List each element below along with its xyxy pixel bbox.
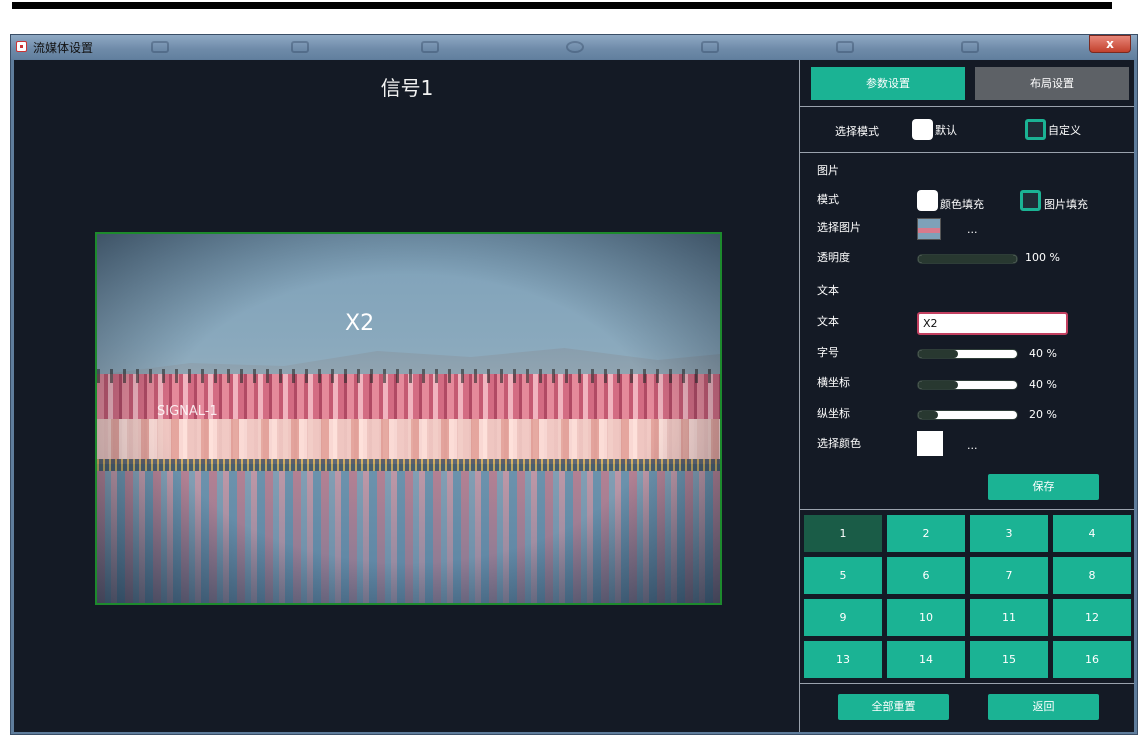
- background-icon: [961, 41, 979, 53]
- image-fill-checkbox[interactable]: [1020, 190, 1041, 211]
- default-mode-checkbox[interactable]: [912, 119, 933, 140]
- divider: [800, 509, 1134, 510]
- background-icon: [701, 41, 719, 53]
- x-coordinate-value: 40 %: [1029, 378, 1057, 391]
- y-coordinate-slider[interactable]: [917, 410, 1018, 420]
- x-coordinate-slider[interactable]: [917, 380, 1018, 390]
- layout-cell-6[interactable]: 6: [887, 557, 965, 594]
- color-fill-checkbox[interactable]: [917, 190, 938, 211]
- layout-cell-4[interactable]: 4: [1053, 515, 1131, 552]
- font-size-value: 40 %: [1029, 347, 1057, 360]
- opacity-slider-fill: [918, 255, 1017, 263]
- font-size-slider[interactable]: [917, 349, 1018, 359]
- select-color-label: 选择颜色: [817, 437, 861, 450]
- layout-cell-1[interactable]: 1: [804, 515, 882, 552]
- font-size-slider-fill: [918, 350, 958, 358]
- x-coordinate-label: 横坐标: [817, 376, 850, 389]
- y-coordinate-label: 纵坐标: [817, 407, 850, 420]
- top-rule: [12, 2, 1112, 9]
- y-coordinate-slider-fill: [918, 411, 938, 419]
- layout-cell-15[interactable]: 15: [970, 641, 1048, 678]
- signal-label: SIGNAL-1: [157, 404, 218, 419]
- default-mode-label: 默认: [935, 124, 957, 137]
- layout-cell-5[interactable]: 5: [804, 557, 882, 594]
- x-coordinate-slider-fill: [918, 381, 958, 389]
- screen: 流媒体设置 x 信号1 X2 SIGNAL-1 参数设置 布局设置 选择模式 默…: [0, 0, 1141, 735]
- layout-cell-2[interactable]: 2: [887, 515, 965, 552]
- y-coordinate-value: 20 %: [1029, 408, 1057, 421]
- reset-all-button[interactable]: 全部重置: [838, 694, 949, 720]
- background-icon: [291, 41, 309, 53]
- layout-cell-7[interactable]: 7: [970, 557, 1048, 594]
- divider: [800, 683, 1134, 684]
- layout-cell-13[interactable]: 13: [804, 641, 882, 678]
- save-button[interactable]: 保存: [988, 474, 1099, 500]
- select-color-button[interactable]: ...: [967, 439, 978, 452]
- window-client: 信号1 X2 SIGNAL-1 参数设置 布局设置 选择模式 默认 自定义 图片…: [14, 60, 1134, 732]
- window: 流媒体设置 x 信号1 X2 SIGNAL-1 参数设置 布局设置 选择模式 默…: [10, 34, 1138, 735]
- background-icon: [151, 41, 169, 53]
- text-label: 文本: [817, 315, 839, 328]
- layout-cell-14[interactable]: 14: [887, 641, 965, 678]
- color-swatch[interactable]: [917, 431, 943, 456]
- background-icon: [421, 41, 439, 53]
- overlay-text: X2: [345, 311, 375, 336]
- back-button[interactable]: 返回: [988, 694, 1099, 720]
- layout-cell-8[interactable]: 8: [1053, 557, 1131, 594]
- layout-cell-16[interactable]: 16: [1053, 641, 1131, 678]
- app-icon: [16, 41, 27, 52]
- close-button[interactable]: x: [1089, 35, 1131, 53]
- image-section-heading: 图片: [817, 164, 839, 177]
- layout-cell-10[interactable]: 10: [887, 599, 965, 636]
- opacity-value: 100 %: [1025, 251, 1060, 264]
- window-title: 流媒体设置: [33, 41, 94, 55]
- layout-cell-11[interactable]: 11: [970, 599, 1048, 636]
- background-icon: [836, 41, 854, 53]
- tab-parameter-settings[interactable]: 参数设置: [811, 67, 965, 100]
- opacity-slider[interactable]: [917, 254, 1018, 264]
- color-fill-label: 颜色填充: [940, 198, 984, 211]
- tab-layout-settings[interactable]: 布局设置: [975, 67, 1129, 100]
- custom-mode-label: 自定义: [1048, 124, 1081, 137]
- layout-cell-3[interactable]: 3: [970, 515, 1048, 552]
- opacity-label: 透明度: [817, 251, 850, 264]
- layout-cell-9[interactable]: 9: [804, 599, 882, 636]
- layout-cell-12[interactable]: 12: [1053, 599, 1131, 636]
- select-image-button[interactable]: ...: [967, 223, 978, 236]
- image-mode-label: 模式: [817, 193, 839, 206]
- mode-label: 选择模式: [835, 125, 879, 138]
- divider: [800, 152, 1134, 153]
- title-bar[interactable]: 流媒体设置 x: [11, 35, 1137, 59]
- select-image-label: 选择图片: [817, 221, 861, 234]
- image-fill-label: 图片填充: [1044, 198, 1088, 211]
- layout-grid: 1 2 3 4 5 6 7 8 9 10 11 12 13 14 15 16: [800, 515, 1135, 690]
- text-input[interactable]: [917, 312, 1068, 335]
- divider: [800, 106, 1134, 107]
- image-thumbnail[interactable]: [917, 218, 941, 240]
- signal-title: 信号1: [380, 76, 434, 100]
- font-size-label: 字号: [817, 346, 839, 359]
- custom-mode-checkbox[interactable]: [1025, 119, 1046, 140]
- settings-panel: 参数设置 布局设置 选择模式 默认 自定义 图片 模式 颜色填充 图片填充 选择…: [799, 60, 1134, 732]
- signal-preview[interactable]: X2 SIGNAL-1: [95, 232, 722, 605]
- text-section-heading: 文本: [817, 284, 839, 297]
- background-icon: [566, 41, 584, 53]
